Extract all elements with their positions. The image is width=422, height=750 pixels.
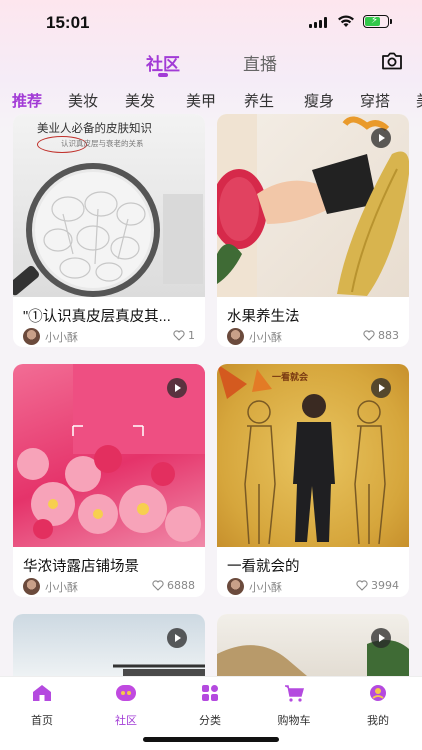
battery-icon: ⚡ xyxy=(363,15,392,28)
nav-community[interactable]: 社区 xyxy=(96,683,156,728)
post-image-interior xyxy=(217,614,409,676)
nav-home[interactable]: 首页 xyxy=(12,683,72,728)
post-title: 水果养生法 xyxy=(227,309,300,325)
category-slimming[interactable]: 瘦身 xyxy=(304,90,334,111)
heart-icon xyxy=(173,330,185,341)
post-image-skin-knowledge: 美业人必备的皮肤知识 认识真皮层与衰老的关系 xyxy=(13,114,205,297)
category-makeup[interactable]: 美妆 xyxy=(68,90,98,111)
avatar[interactable] xyxy=(23,578,40,595)
category-wellness[interactable]: 养生 xyxy=(244,90,274,111)
post-image-fruit xyxy=(217,114,409,297)
avatar[interactable] xyxy=(227,578,244,595)
tab-live[interactable]: 直播 xyxy=(243,50,277,75)
heart-icon xyxy=(152,580,164,591)
image-headline: 美业人必备的皮肤知识 xyxy=(37,121,152,135)
video-play-badge xyxy=(167,378,187,398)
nav-label: 分类 xyxy=(199,715,221,727)
like-count[interactable]: 3994 xyxy=(356,579,399,592)
video-play-badge xyxy=(371,128,391,148)
post-title: "①认识真皮层真皮其... xyxy=(23,309,171,325)
nav-cart[interactable]: 购物车 xyxy=(264,683,324,728)
status-bar: 15:01 ⚡ xyxy=(0,0,422,44)
like-count[interactable]: 1 xyxy=(173,329,195,342)
like-count-value: 3994 xyxy=(371,579,399,592)
author-name: 小小酥 xyxy=(45,581,78,594)
active-tab-indicator xyxy=(158,73,168,77)
video-play-badge xyxy=(371,378,391,398)
nav-label: 购物车 xyxy=(277,715,311,727)
camera-icon[interactable] xyxy=(381,51,403,71)
video-play-badge xyxy=(371,628,391,648)
category-more[interactable]: 美 xyxy=(416,90,422,111)
magnifier-illustration xyxy=(13,163,203,297)
avatar[interactable] xyxy=(227,328,244,345)
feed-card[interactable]: 水果养生法 小小酥 883 xyxy=(217,114,409,347)
video-play-badge xyxy=(167,628,187,648)
heart-icon xyxy=(363,330,375,341)
post-image-store-scene xyxy=(13,364,205,547)
category-outfits[interactable]: 穿搭 xyxy=(360,90,390,111)
like-count-value: 883 xyxy=(378,329,399,342)
author-name: 小小酥 xyxy=(249,331,282,344)
category-icon xyxy=(202,685,218,701)
heart-icon xyxy=(356,580,368,591)
post-image-sky xyxy=(13,614,205,676)
nav-category[interactable]: 分类 xyxy=(180,683,240,728)
profile-icon xyxy=(370,685,386,701)
author-name: 小小酥 xyxy=(249,581,282,594)
home-indicator xyxy=(143,737,279,742)
like-count[interactable]: 883 xyxy=(363,329,399,342)
feed-card[interactable]: 美业人必备的皮肤知识 认识真皮层与衰老的关系 "①认识真皮层真皮其... 小小酥… xyxy=(13,114,205,347)
feed-card[interactable] xyxy=(217,614,409,676)
image-subline: 认识真皮层与衰老的关系 xyxy=(61,139,144,148)
like-count[interactable]: 6888 xyxy=(152,579,195,592)
wifi-icon xyxy=(338,15,354,27)
nav-label: 我的 xyxy=(367,715,389,727)
status-time: 15:01 xyxy=(46,13,90,32)
author-name: 小小酥 xyxy=(45,331,78,344)
like-count-value: 6888 xyxy=(167,579,195,592)
image-headline: 一看就会 xyxy=(272,373,309,383)
post-title: 一看就会的 xyxy=(227,559,300,575)
category-hair[interactable]: 美发 xyxy=(125,90,155,111)
nav-profile[interactable]: 我的 xyxy=(348,683,408,728)
community-icon xyxy=(116,685,136,701)
cellular-signal-icon xyxy=(309,17,329,28)
tab-community[interactable]: 社区 xyxy=(146,50,180,75)
nav-label: 首页 xyxy=(31,715,53,727)
cart-icon xyxy=(285,685,304,702)
feed-card[interactable] xyxy=(13,614,205,676)
post-image-tutorial: 一看就会 xyxy=(217,364,409,547)
post-title: 华浓诗露店铺场景 xyxy=(23,559,139,575)
feed-card[interactable]: 一看就会 一看就会的 小小酥 3994 xyxy=(217,364,409,597)
home-icon xyxy=(33,685,51,701)
feed-card[interactable]: 华浓诗露店铺场景 小小酥 6888 xyxy=(13,364,205,597)
category-recommend[interactable]: 推荐 xyxy=(12,90,42,111)
avatar[interactable] xyxy=(23,328,40,345)
category-nails[interactable]: 美甲 xyxy=(186,90,216,111)
nav-label: 社区 xyxy=(115,715,137,727)
category-bar: 推荐 美妆 美发 美甲 养生 瘦身 穿搭 美 xyxy=(0,88,422,114)
like-count-value: 1 xyxy=(188,329,195,342)
